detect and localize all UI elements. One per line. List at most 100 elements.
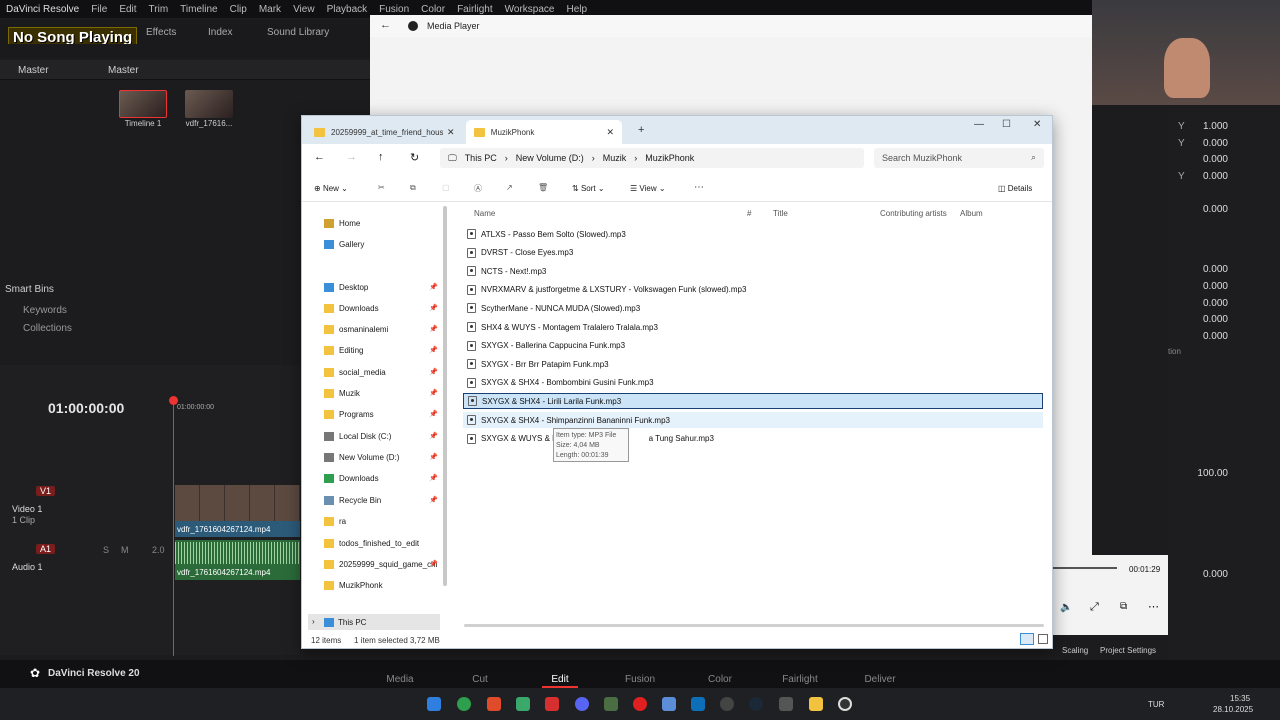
menu-app[interactable]: DaVinci Resolve — [6, 4, 79, 15]
inspector-value-5[interactable]: 0.000 — [1203, 204, 1228, 215]
nav-item-todos-finished-to-edit[interactable]: todos_finished_to_edit — [324, 534, 440, 552]
page-media[interactable]: Media — [370, 674, 430, 685]
filezilla-icon[interactable] — [545, 697, 559, 711]
page-cut[interactable]: Cut — [450, 674, 510, 685]
sound-library-button[interactable]: Sound Library — [267, 27, 329, 38]
menu-view[interactable]: View — [293, 4, 315, 15]
nav-item-gallery[interactable]: Gallery — [324, 235, 440, 253]
nav-item-new-volume-d-[interactable]: New Volume (D:) 📌 — [324, 448, 440, 466]
menu-edit[interactable]: Edit — [119, 4, 136, 15]
details-view-icon[interactable] — [1020, 633, 1034, 645]
nav-item-downloads[interactable]: Downloads 📌 — [324, 299, 440, 317]
file-explorer-taskbar-icon[interactable] — [809, 697, 823, 711]
inspector-value-4[interactable]: 0.000 — [1203, 171, 1228, 182]
refresh-icon[interactable]: ↻ — [410, 151, 419, 164]
menu-file[interactable]: File — [91, 4, 107, 15]
davinci-taskbar-icon[interactable] — [720, 697, 734, 711]
app-icon-7[interactable] — [633, 697, 647, 711]
rename-icon[interactable]: Ⓐ — [474, 183, 482, 194]
back-icon[interactable]: ← — [314, 151, 325, 163]
breadcrumb-muzik[interactable]: Muzik — [603, 153, 627, 163]
share-icon[interactable]: ↗ — [506, 183, 513, 192]
file-row[interactable]: DVRST - Close Eyes.mp3 — [463, 245, 1043, 261]
column-album[interactable]: Album — [960, 209, 983, 218]
menu-workspace[interactable]: Workspace — [505, 4, 555, 15]
mute-button[interactable]: M — [121, 545, 129, 555]
breadcrumb-muzikphonk[interactable]: MuzikPhonk — [645, 153, 694, 163]
new-tab-icon[interactable]: + — [638, 124, 644, 136]
page-fusion[interactable]: Fusion — [610, 674, 670, 685]
audio-clip[interactable]: vdfr_1761604267124.mp4 — [175, 540, 300, 580]
nav-item-local-disk-c-[interactable]: Local Disk (C:) 📌 — [324, 427, 440, 445]
delete-icon[interactable]: 🗑 — [538, 183, 548, 192]
language-indicator[interactable]: TUR — [1148, 700, 1164, 709]
nav-item-downloads[interactable]: Downloads 📌 — [324, 469, 440, 487]
menu-trim[interactable]: Trim — [149, 4, 169, 15]
a1-tag[interactable]: A1 — [36, 544, 56, 554]
nav-item-recycle-bin[interactable]: Recycle Bin 📌 — [324, 491, 440, 509]
app-icon-6[interactable] — [604, 697, 618, 711]
nav-item-osmaninalemi[interactable]: osmaninalemi 📌 — [324, 320, 440, 338]
page-color[interactable]: Color — [690, 674, 750, 685]
column-number[interactable]: # — [747, 209, 751, 218]
steam-icon[interactable] — [749, 697, 763, 711]
column-name[interactable]: Name — [474, 209, 495, 218]
discord-icon[interactable] — [575, 697, 589, 711]
tab-muzikphonk[interactable]: MuzikPhonk ✕ — [466, 120, 622, 144]
forward-icon[interactable]: → — [346, 151, 357, 163]
maximize-icon[interactable]: ☐ — [1002, 119, 1011, 130]
view-button[interactable]: ☰ View ⌄ — [630, 184, 666, 193]
nav-item-home[interactable]: Home — [324, 214, 440, 232]
file-row[interactable]: SXYGX - Ballerina Cappucina Funk.mp3 — [463, 338, 1043, 354]
horizontal-scrollbar[interactable] — [464, 624, 1044, 627]
playhead-handle[interactable] — [169, 396, 178, 405]
menu-fairlight[interactable]: Fairlight — [457, 4, 493, 15]
inspector-value-11[interactable]: 100.00 — [1197, 468, 1228, 479]
paste-icon[interactable]: ▢ — [442, 183, 450, 192]
close-tab-icon[interactable]: ✕ — [447, 127, 455, 138]
address-bar[interactable]: 🖵 This PC › New Volume (D:) › Muzik › Muzik… — [440, 148, 864, 168]
nav-item-muzikphonk[interactable]: MuzikPhonk — [324, 576, 440, 594]
collections-item[interactable]: Collections — [23, 323, 72, 334]
minimize-icon[interactable]: — — [974, 119, 984, 130]
index-button[interactable]: Index — [208, 27, 232, 38]
more-icon[interactable]: ⋯ — [694, 182, 704, 193]
outlook-icon[interactable] — [691, 697, 705, 711]
clip-thumbnail[interactable] — [185, 90, 233, 118]
page-fairlight[interactable]: Fairlight — [770, 674, 830, 685]
menu-timeline[interactable]: Timeline — [180, 4, 217, 15]
nav-item-ra[interactable]: ra — [324, 512, 440, 530]
inspector-value-6[interactable]: 0.000 — [1203, 264, 1228, 275]
up-icon[interactable]: ↑ — [378, 151, 384, 163]
file-row[interactable]: ATLXS - Passo Bem Solto (Slowed).mp3 — [463, 226, 1043, 242]
close-window-icon[interactable]: ✕ — [1033, 119, 1041, 130]
inspector-value-10[interactable]: 0.000 — [1203, 331, 1228, 342]
nav-item-programs[interactable]: Programs 📌 — [324, 405, 440, 423]
inspector-value-3[interactable]: 0.000 — [1203, 154, 1228, 165]
menu-mark[interactable]: Mark — [259, 4, 281, 15]
close-tab-icon[interactable]: ✕ — [606, 127, 614, 138]
nav-item-editing[interactable]: Editing 📌 — [324, 341, 440, 359]
file-row[interactable]: SXYGX - Brr Brr Patapim Funk.mp3 — [463, 356, 1043, 372]
inspector-value-1[interactable]: 1.000 — [1203, 121, 1228, 132]
solo-button[interactable]: S — [103, 545, 109, 555]
video-clip[interactable]: vdfr_1761604267124.mp4 — [175, 485, 300, 537]
expand-chevron-icon[interactable]: › — [312, 617, 315, 626]
file-row[interactable]: NCTS - Next!.mp3 — [463, 263, 1043, 279]
fullscreen-icon[interactable]: ⤢ — [1090, 601, 1099, 614]
keywords-item[interactable]: Keywords — [23, 305, 67, 316]
menu-playback[interactable]: Playback — [327, 4, 368, 15]
file-row[interactable]: SXYGX & SHX4 - Lirili Larila Funk.mp3 — [463, 393, 1043, 410]
clock-date[interactable]: 28.10.2025 — [1213, 705, 1253, 714]
column-contributing-artists[interactable]: Contributing artists — [880, 209, 947, 218]
this-pc-row[interactable]: › This PC — [308, 614, 440, 630]
inspector-value-7[interactable]: 0.000 — [1203, 281, 1228, 292]
menu-help[interactable]: Help — [566, 4, 587, 15]
back-arrow-icon[interactable]: ← — [380, 19, 391, 31]
inspector-value-9[interactable]: 0.000 — [1203, 314, 1228, 325]
inspector-value-12[interactable]: 0.000 — [1203, 569, 1228, 580]
terminal-icon[interactable] — [516, 697, 530, 711]
inspector-value-2[interactable]: 0.000 — [1203, 138, 1228, 149]
seek-bar[interactable] — [1052, 567, 1117, 569]
chrome-icon[interactable] — [457, 697, 471, 711]
